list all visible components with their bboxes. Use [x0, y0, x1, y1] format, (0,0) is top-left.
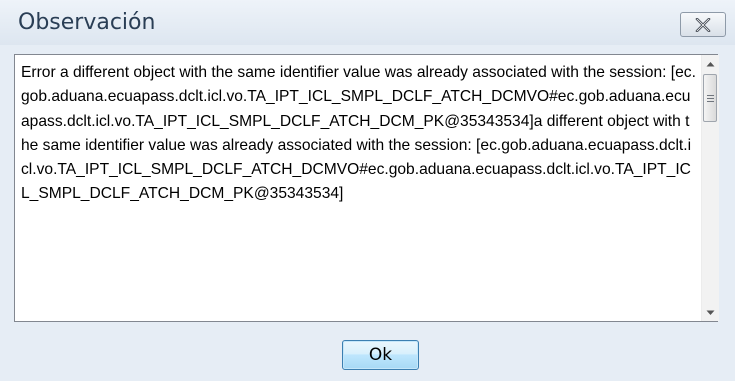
dialog-title: Observación [18, 10, 156, 35]
title-bar[interactable]: Observación [0, 0, 735, 45]
error-message-text: Error a different object with the same i… [21, 64, 696, 203]
vertical-scrollbar[interactable] [701, 55, 719, 321]
scroll-down-arrow-icon[interactable] [702, 304, 719, 321]
close-x-icon [695, 17, 711, 32]
scroll-up-arrow-icon[interactable] [702, 55, 719, 72]
ok-button[interactable]: Ok [342, 340, 419, 370]
message-textarea[interactable]: Error a different object with the same i… [14, 54, 719, 322]
grip-icon [706, 94, 714, 102]
error-dialog: Observación Error a different object wit… [0, 0, 735, 381]
scrollbar-thumb[interactable] [703, 74, 717, 122]
close-button[interactable] [680, 12, 726, 37]
